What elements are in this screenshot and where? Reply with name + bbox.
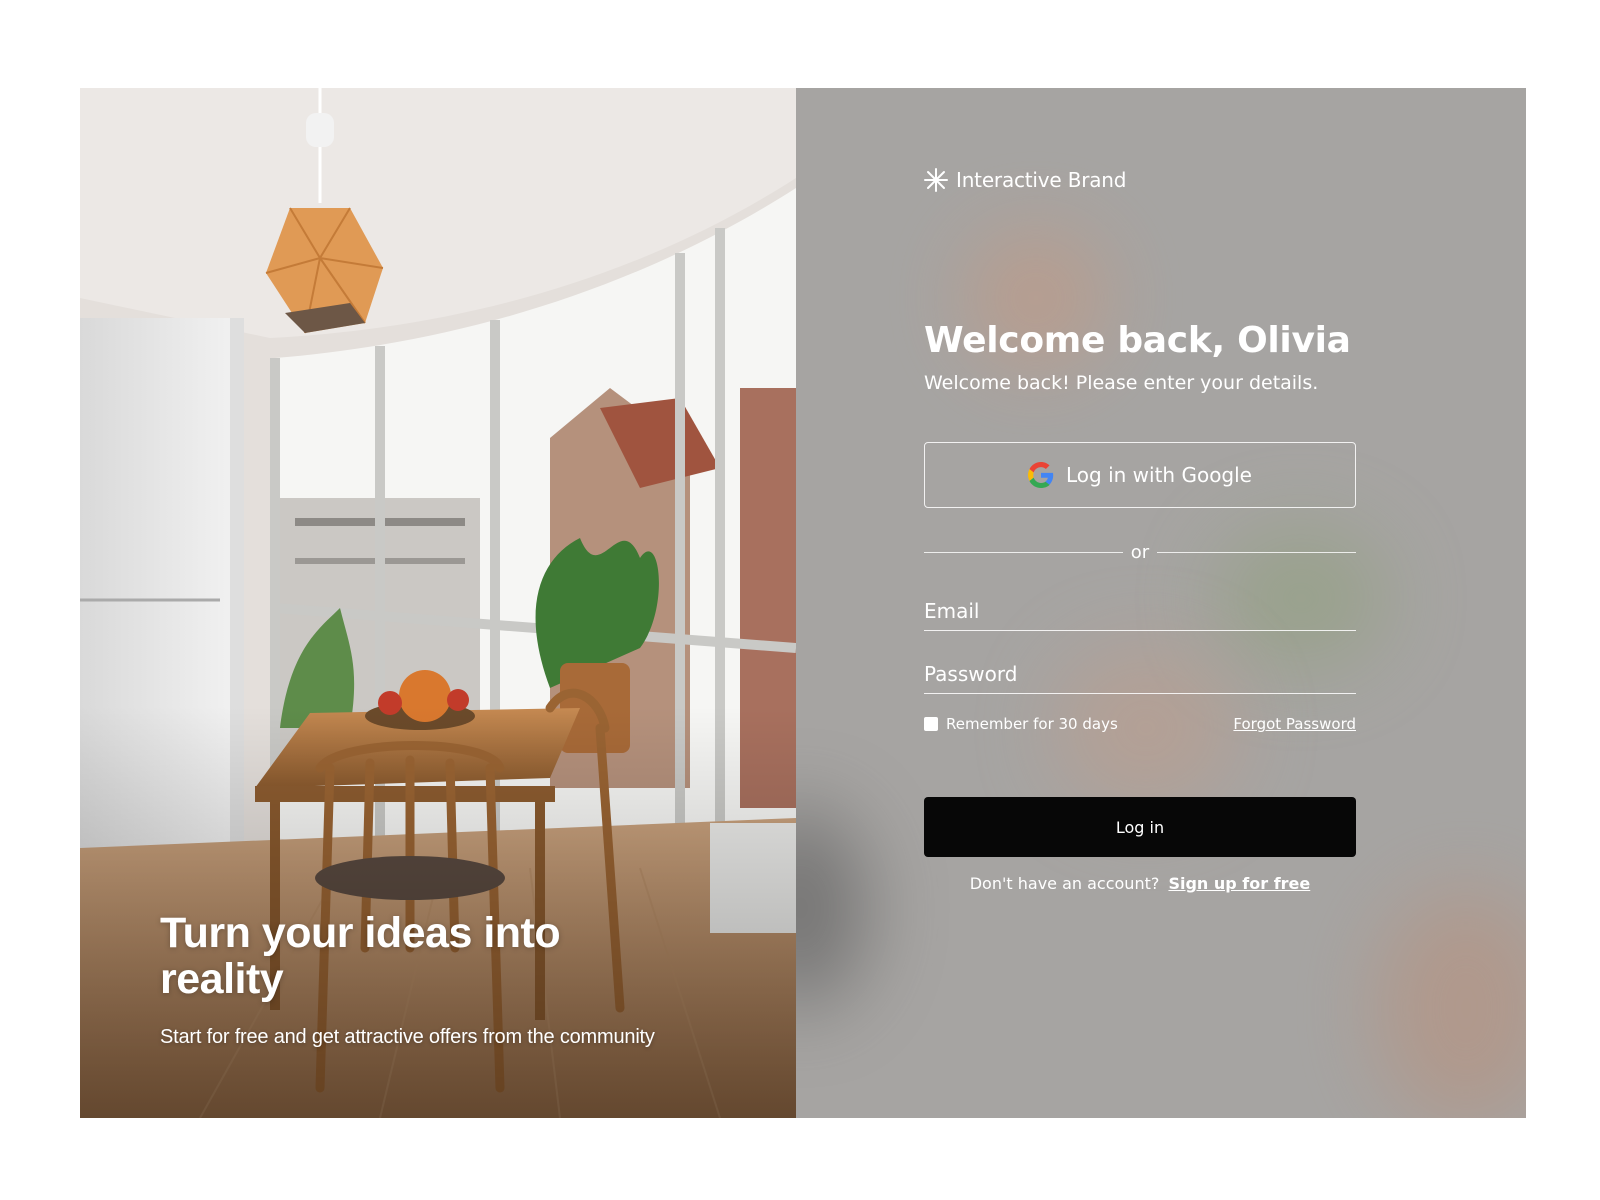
remember-me[interactable]: Remember for 30 days bbox=[924, 715, 1118, 733]
signup-prompt-text: Don't have an account? bbox=[969, 874, 1160, 893]
remember-label: Remember for 30 days bbox=[946, 715, 1118, 733]
email-field-wrapper bbox=[924, 591, 1356, 631]
hero-title: Turn your ideas into reality bbox=[160, 909, 561, 1003]
brand: Interactive Brand bbox=[924, 168, 1126, 192]
asterisk-logo-icon bbox=[924, 168, 948, 192]
page-subtitle: Welcome back! Please enter your details. bbox=[924, 372, 1319, 394]
brand-name: Interactive Brand bbox=[956, 168, 1127, 192]
page-title: Welcome back, Olivia bbox=[924, 320, 1351, 361]
login-card: Turn your ideas into reality Start for f… bbox=[80, 88, 1526, 1118]
bg-blur-blob bbox=[796, 808, 866, 1008]
hero-text: Turn your ideas into reality Start for f… bbox=[160, 910, 655, 1049]
signup-link[interactable]: Sign up for free bbox=[1168, 874, 1310, 893]
login-form-panel: Interactive Brand Welcome back, Olivia W… bbox=[796, 88, 1526, 1118]
login-button[interactable]: Log in bbox=[924, 797, 1356, 857]
password-field-wrapper bbox=[924, 654, 1356, 694]
password-field[interactable] bbox=[924, 661, 1356, 686]
email-field[interactable] bbox=[924, 598, 1356, 623]
divider-label: or bbox=[1130, 542, 1150, 563]
remember-checkbox[interactable] bbox=[924, 717, 938, 731]
hero-photo-panel: Turn your ideas into reality Start for f… bbox=[80, 88, 796, 1118]
hero-subtitle: Start for free and get attractive offers… bbox=[160, 1026, 655, 1048]
divider-line bbox=[1157, 552, 1357, 553]
google-login-button[interactable]: Log in with Google bbox=[924, 442, 1356, 508]
bg-blur-blob bbox=[1376, 888, 1526, 1118]
or-divider: or bbox=[924, 542, 1357, 563]
forgot-password-link[interactable]: Forgot Password bbox=[1233, 715, 1356, 733]
signup-prompt: Don't have an account? Sign up for free bbox=[924, 874, 1356, 893]
google-icon bbox=[1028, 462, 1054, 488]
google-button-label: Log in with Google bbox=[1066, 463, 1252, 487]
divider-line bbox=[924, 552, 1123, 553]
form-options: Remember for 30 days Forgot Password bbox=[924, 715, 1356, 733]
